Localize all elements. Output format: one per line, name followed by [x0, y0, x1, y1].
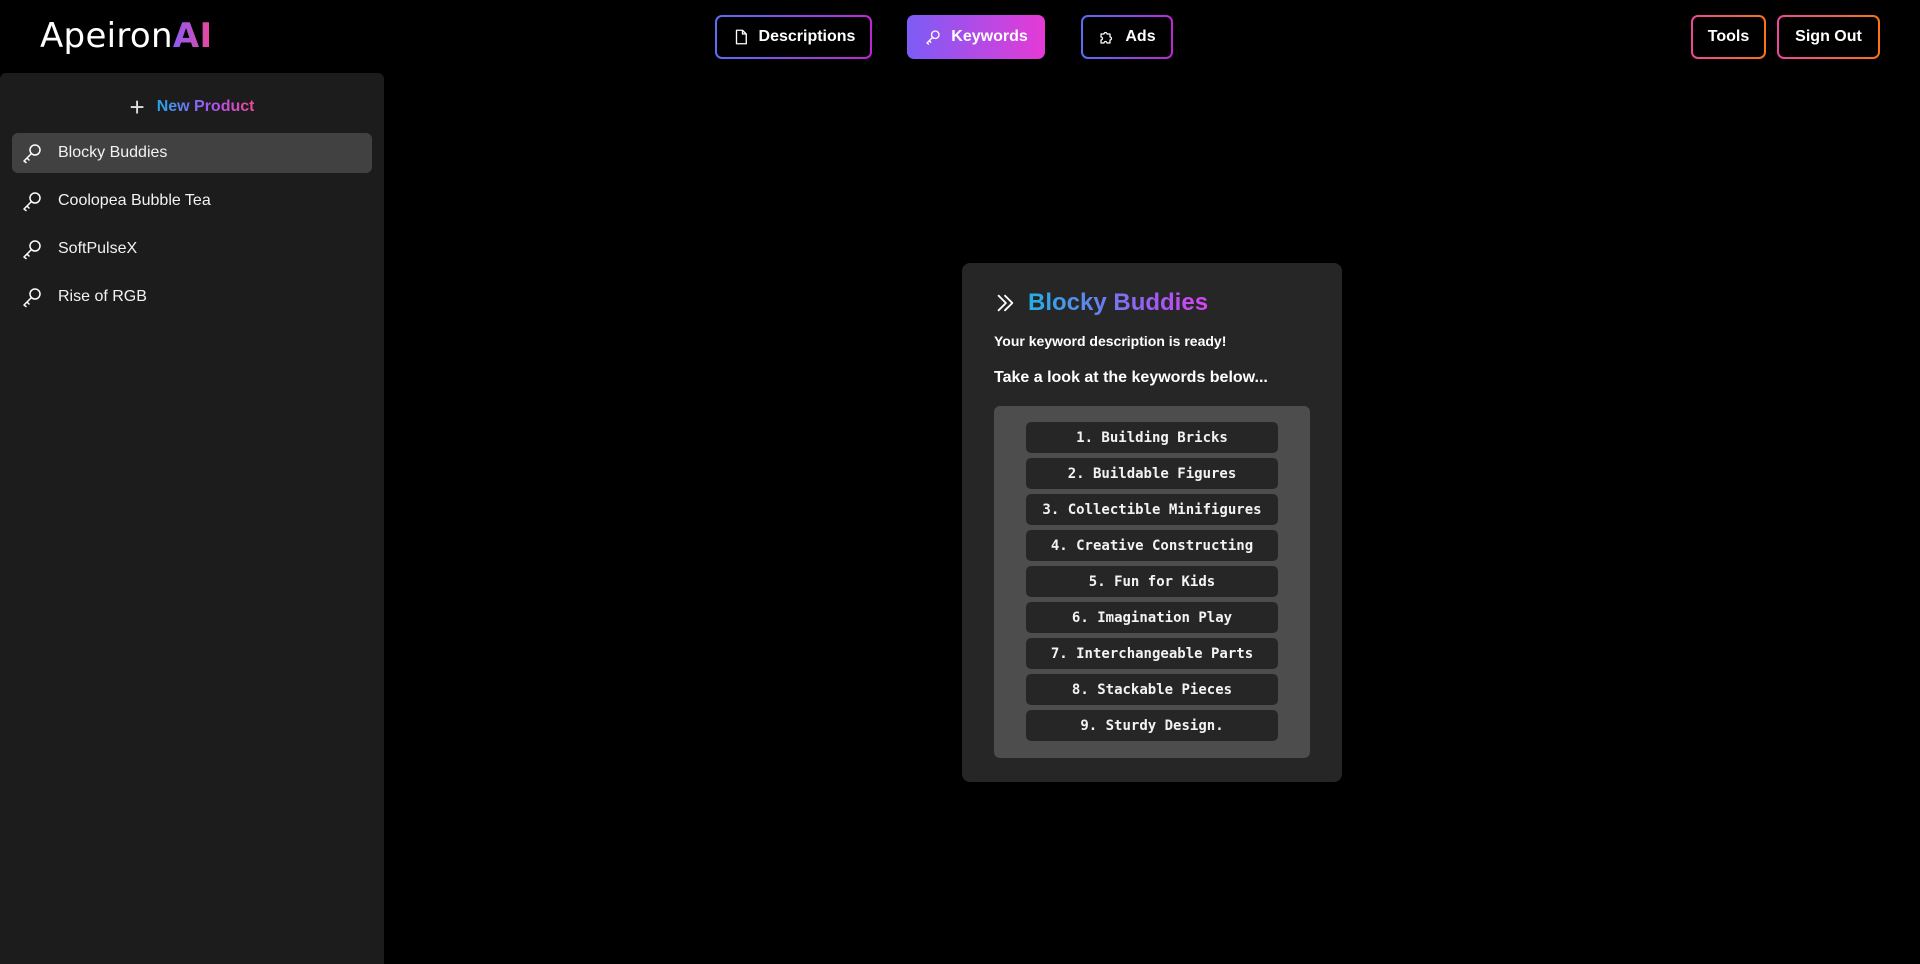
- descriptions-label: Descriptions: [758, 28, 856, 45]
- key-icon: [23, 192, 41, 212]
- puzzle-icon: [1100, 31, 1113, 44]
- sidebar-item-rise-of-rgb[interactable]: Rise of RGB: [12, 277, 372, 317]
- sidebar-item-coolopea-bubble-tea[interactable]: Coolopea Bubble Tea: [12, 181, 372, 221]
- sidebar-item-softpulsex[interactable]: SoftPulseX: [12, 229, 372, 269]
- sidebar-item-label: Rise of RGB: [58, 288, 147, 305]
- tools-button[interactable]: Tools: [1691, 15, 1766, 59]
- top-bar: ApeironAI Descriptions Keywords Ads Tool…: [0, 0, 1920, 73]
- ready-message: Your keyword description is ready!: [994, 333, 1227, 349]
- key-icon: [23, 288, 41, 308]
- keyword-item: 5. Fun for Kids: [1026, 566, 1278, 597]
- keyword-result-card: Blocky Buddies Your keyword description …: [962, 263, 1342, 782]
- keywords-label: Keywords: [951, 28, 1028, 45]
- tools-label: Tools: [1707, 28, 1750, 45]
- keyword-item: 9. Sturdy Design.: [1026, 710, 1278, 741]
- card-title: Blocky Buddies: [1028, 289, 1209, 316]
- keyword-item: 2. Buildable Figures: [1026, 458, 1278, 489]
- key-icon: [23, 240, 41, 260]
- keywords-button[interactable]: Keywords: [907, 15, 1045, 59]
- logo[interactable]: ApeironAI: [40, 16, 212, 56]
- sidebar: + New Product Blocky Buddies Coolopea Bu…: [0, 73, 384, 964]
- new-product-button[interactable]: + New Product: [0, 89, 384, 125]
- sign-out-button[interactable]: Sign Out: [1777, 15, 1880, 59]
- keyword-item: 7. Interchangeable Parts: [1026, 638, 1278, 669]
- key-icon: [926, 30, 940, 45]
- keyword-item: 1. Building Bricks: [1026, 422, 1278, 453]
- sidebar-item-blocky-buddies[interactable]: Blocky Buddies: [12, 133, 372, 173]
- sign-out-label: Sign Out: [1795, 28, 1862, 45]
- ads-button[interactable]: Ads: [1081, 15, 1173, 59]
- sidebar-item-label: SoftPulseX: [58, 240, 138, 257]
- keyword-list: 1. Building Bricks 2. Buildable Figures …: [994, 406, 1310, 758]
- plus-icon: +: [129, 92, 145, 122]
- keyword-item: 3. Collectible Minifigures: [1026, 494, 1278, 525]
- keyword-item: 4. Creative Constructing: [1026, 530, 1278, 561]
- card-header: Blocky Buddies: [994, 289, 1208, 317]
- descriptions-button[interactable]: Descriptions: [715, 15, 872, 59]
- logo-main: Apeiron: [40, 16, 173, 56]
- ads-label: Ads: [1125, 28, 1156, 45]
- new-product-label: New Product: [156, 98, 255, 115]
- double-chevron-right-icon: [997, 294, 1014, 312]
- key-icon: [23, 144, 41, 164]
- document-icon: [735, 29, 747, 45]
- keyword-item: 8. Stackable Pieces: [1026, 674, 1278, 705]
- instruction-text: Take a look at the keywords below...: [994, 369, 1268, 386]
- sidebar-item-label: Coolopea Bubble Tea: [58, 192, 211, 209]
- sidebar-item-label: Blocky Buddies: [58, 144, 168, 161]
- logo-accent: AI: [172, 16, 213, 56]
- keyword-item: 6. Imagination Play: [1026, 602, 1278, 633]
